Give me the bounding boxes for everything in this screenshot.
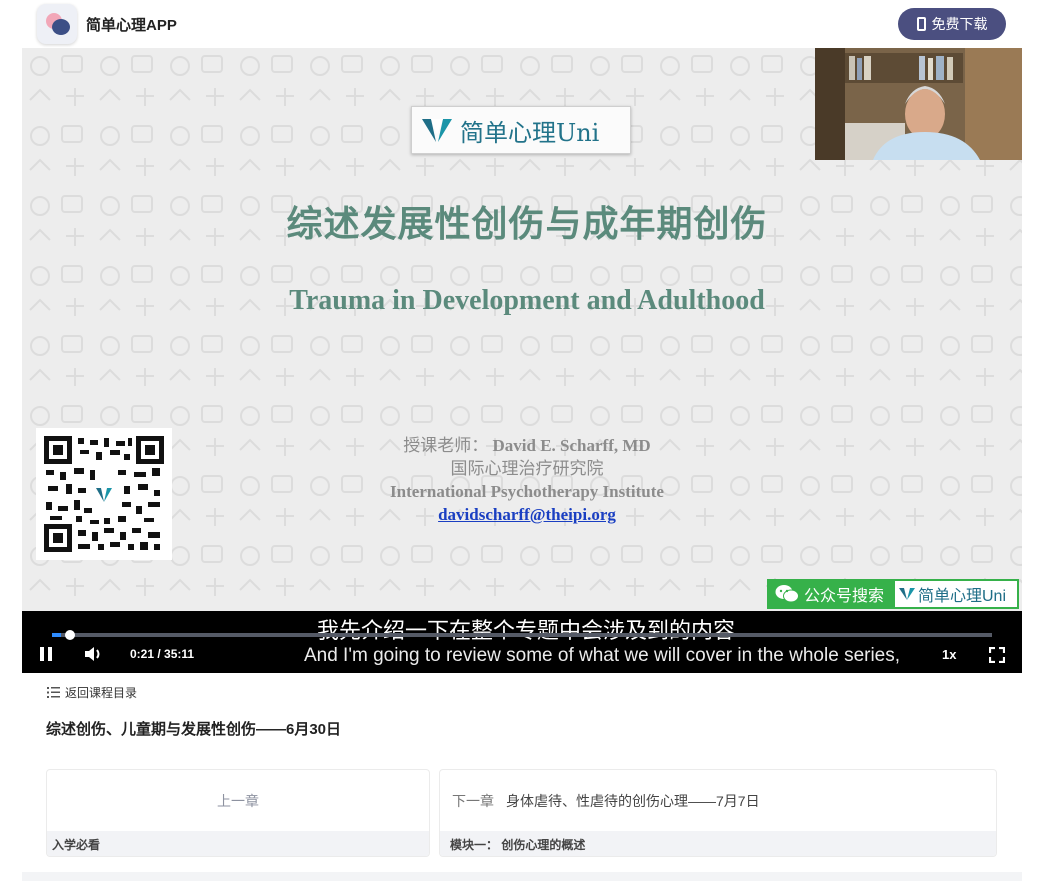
back-to-catalog-link[interactable]: 返回课程目录: [47, 684, 137, 701]
list-icon: [47, 687, 60, 698]
wechat-brand-label: 简单心理Uni: [918, 588, 1007, 605]
qr-code-image: [44, 436, 164, 552]
progress-bar[interactable]: [52, 630, 992, 640]
download-label: 免费下载: [931, 16, 988, 32]
uni-logo-icon: [422, 119, 452, 142]
slide-title-cn: 综述发展性创伤与成年期创伤: [286, 203, 768, 244]
brand-text: 简单心理Uni: [460, 118, 600, 147]
volume-icon: [85, 647, 100, 661]
wechat-search-part: 公众号搜索: [769, 581, 895, 607]
previous-chapter-module: 入学必看: [47, 831, 429, 856]
app-header: 简单心理APP 免费下载: [0, 0, 1055, 48]
back-link-label: 返回课程目录: [65, 686, 138, 700]
teacher-info: 授课老师： David E. Scharff, MD 国际心理治疗研究院 Int…: [22, 434, 1022, 526]
pause-button[interactable]: [40, 647, 54, 661]
app-name: 简单心理APP: [86, 17, 177, 34]
previous-chapter-card[interactable]: 上一章 入学必看: [46, 769, 430, 857]
teacher-label: 授课老师：: [403, 436, 489, 455]
uni-logo-small-icon: [899, 588, 915, 600]
presenter-webcam: [815, 48, 1022, 160]
wechat-search-banner: 公众号搜索 简单心理Uni: [767, 579, 1019, 609]
presenter-video-image: [815, 48, 1022, 160]
time-display: 0:21 / 35:11: [130, 647, 195, 661]
playback-speed-button[interactable]: 1x: [942, 647, 956, 662]
wechat-brand-part: 简单心理Uni: [895, 581, 1006, 607]
next-chapter-label: 下一章: [452, 792, 494, 809]
download-button[interactable]: 免费下载: [898, 8, 1006, 40]
previous-chapter-label: 上一章: [217, 792, 259, 809]
slide-title-en: Trauma in Development and Adulthood: [289, 285, 765, 316]
brand-logo-box: 简单心理Uni: [411, 106, 631, 154]
fullscreen-button[interactable]: [988, 646, 1006, 668]
video-frame: 简单心理Uni 综述发展性创伤与成年期创伤 Trauma in Developm…: [22, 48, 1022, 611]
next-chapter-module: 模块一： 创伤心理的概述: [440, 831, 996, 856]
course-title: 综述创伤、儿童期与发展性创伤——6月30日: [46, 721, 342, 738]
footer-strip: [22, 872, 1022, 881]
teacher-name: David E. Scharff, MD: [492, 436, 651, 455]
progress-fill: [52, 633, 62, 637]
wechat-icon: [775, 585, 799, 603]
subtitle-english: And I'm going to review some of what we …: [303, 645, 901, 666]
previous-chapter-button[interactable]: 上一章: [47, 770, 429, 831]
subtitle-chinese: 我先介绍一下在整个专题中会涉及到的内容: [316, 618, 735, 643]
next-chapter-title: 身体虐待、性虐待的创伤心理——7月7日: [506, 792, 760, 809]
volume-button[interactable]: [84, 645, 104, 668]
teacher-line: 授课老师： David E. Scharff, MD: [22, 434, 1022, 457]
next-chapter-button[interactable]: 下一章 身体虐待、性虐待的创伤心理——7月7日: [440, 770, 996, 831]
teacher-email: davidscharff@theipi.org: [438, 505, 616, 524]
app-logo[interactable]: [37, 4, 77, 44]
video-player[interactable]: 简单心理Uni 综述发展性创伤与成年期创伤 Trauma in Developm…: [22, 48, 1022, 673]
qr-code: [36, 428, 172, 560]
phone-icon: [916, 17, 926, 31]
next-chapter-card[interactable]: 下一章 身体虐待、性虐待的创伤心理——7月7日 模块一： 创伤心理的概述: [439, 769, 997, 857]
institute-cn: 国际心理治疗研究院: [450, 459, 604, 478]
fullscreen-icon: [988, 646, 1006, 664]
wechat-search-label: 公众号搜索: [804, 588, 885, 605]
institute-en: International Psychotherapy Institute: [390, 482, 664, 501]
logo-bubble-blue: [52, 19, 70, 35]
